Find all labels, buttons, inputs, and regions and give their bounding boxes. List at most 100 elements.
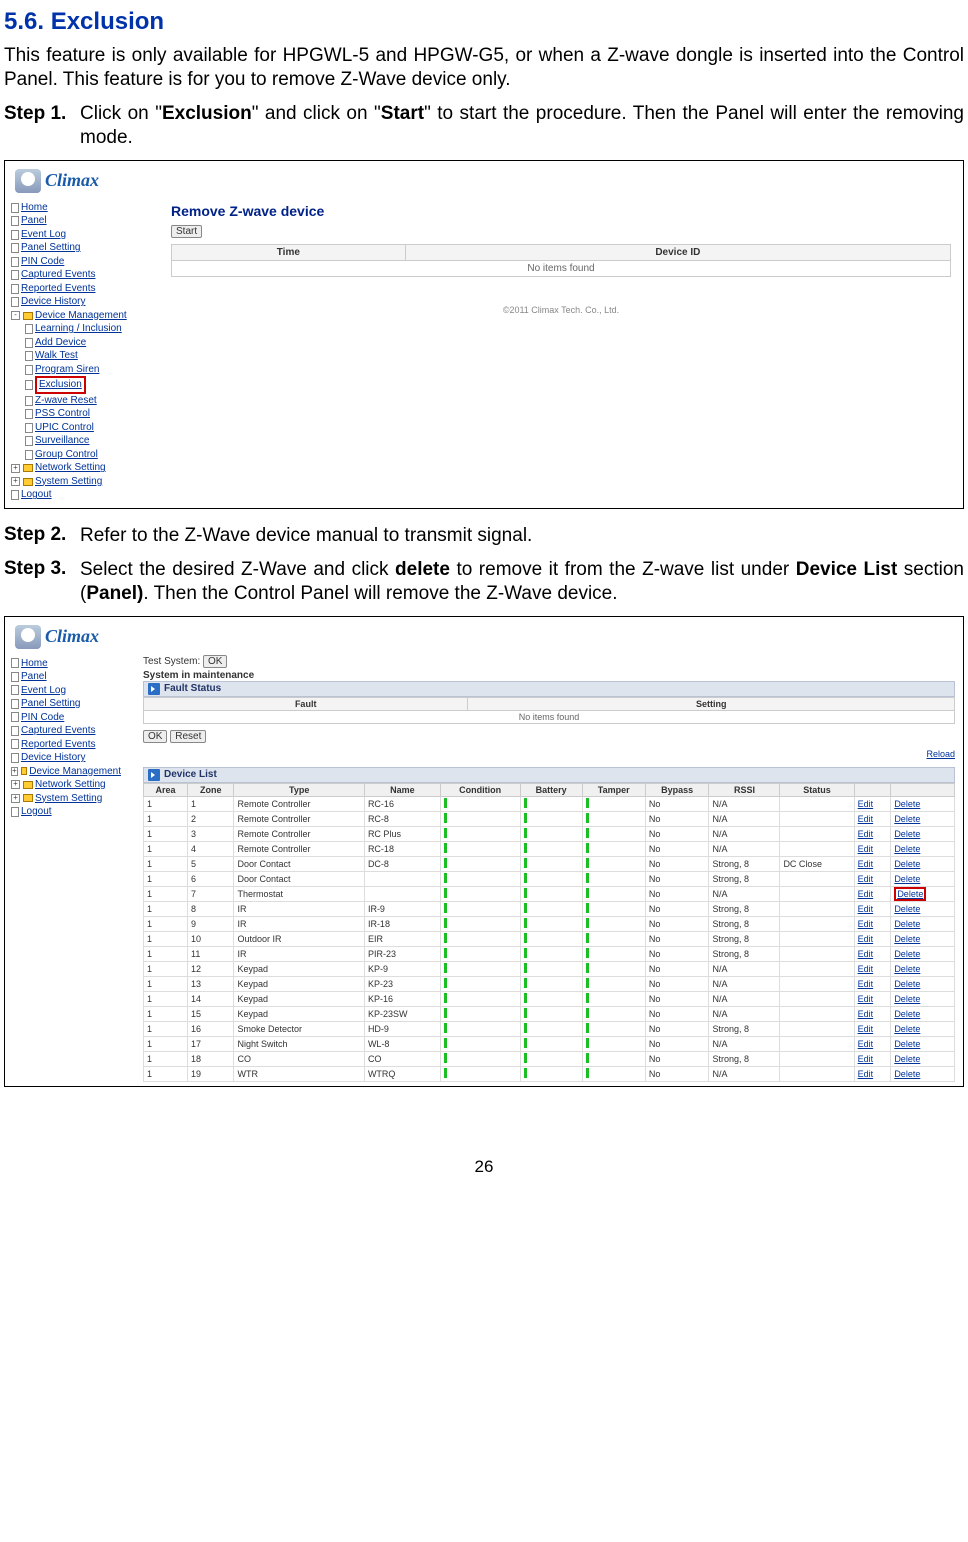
- edit-link[interactable]: Edit: [858, 904, 874, 914]
- delete-link[interactable]: Delete: [894, 964, 920, 974]
- edit-link[interactable]: Edit: [858, 934, 874, 944]
- edit-link[interactable]: Edit: [858, 889, 874, 899]
- delete-link[interactable]: Delete: [894, 1039, 920, 1049]
- nav-captured[interactable]: Captured Events: [21, 268, 96, 282]
- edit-link[interactable]: Edit: [858, 799, 874, 809]
- delete-link[interactable]: Delete: [894, 1024, 920, 1034]
- nav-reported[interactable]: Reported Events: [21, 282, 96, 296]
- table-cell: CO: [234, 1051, 364, 1066]
- nav-history[interactable]: Device History: [21, 295, 85, 309]
- edit-link[interactable]: Edit: [858, 844, 874, 854]
- nav-zwave-reset[interactable]: Z-wave Reset: [35, 394, 97, 408]
- edit-link[interactable]: Edit: [858, 874, 874, 884]
- table-cell: [440, 1006, 520, 1021]
- nav-panel[interactable]: Panel: [21, 214, 47, 228]
- delete-link[interactable]: Delete: [894, 919, 920, 929]
- edit-link[interactable]: Edit: [858, 1054, 874, 1064]
- collapse-icon[interactable]: -: [11, 311, 20, 320]
- edit-link[interactable]: Edit: [858, 994, 874, 1004]
- table-cell: [440, 856, 520, 871]
- table-row: 118COCONoStrong, 8EditDelete: [144, 1051, 955, 1066]
- nav-system[interactable]: System Setting: [35, 792, 102, 806]
- nav-learning[interactable]: Learning / Inclusion: [35, 322, 122, 336]
- page-icon: [25, 436, 33, 446]
- start-button[interactable]: Start: [171, 225, 202, 238]
- nav-system[interactable]: System Setting: [35, 475, 102, 489]
- expand-icon[interactable]: +: [11, 780, 20, 789]
- edit-link[interactable]: Edit: [858, 859, 874, 869]
- expand-icon[interactable]: +: [11, 767, 18, 776]
- reload-link[interactable]: Reload: [926, 749, 955, 759]
- delete-link[interactable]: Delete: [894, 979, 920, 989]
- nav-program-siren[interactable]: Program Siren: [35, 363, 99, 377]
- table-row: 18IRIR-9NoStrong, 8EditDelete: [144, 901, 955, 916]
- remove-zwave-title: Remove Z-wave device: [171, 203, 951, 219]
- nav-upic[interactable]: UPIC Control: [35, 421, 94, 435]
- delete-link[interactable]: Delete: [894, 949, 920, 959]
- expand-icon[interactable]: +: [11, 477, 20, 486]
- nav-logout[interactable]: Logout: [21, 488, 52, 502]
- nav-pin[interactable]: PIN Code: [21, 255, 64, 269]
- edit-link[interactable]: Edit: [858, 979, 874, 989]
- delete-link[interactable]: Delete: [894, 859, 920, 869]
- table-cell: Keypad: [234, 991, 364, 1006]
- ok-button[interactable]: OK: [203, 655, 227, 668]
- edit-link[interactable]: Edit: [858, 1039, 874, 1049]
- nav-event-log[interactable]: Event Log: [21, 228, 66, 242]
- nav-network[interactable]: Network Setting: [35, 461, 106, 475]
- edit-link[interactable]: Edit: [858, 1069, 874, 1079]
- nav-device-mgmt[interactable]: Device Management: [35, 309, 127, 323]
- table-cell: No: [645, 931, 709, 946]
- edit-link[interactable]: Edit: [858, 949, 874, 959]
- delete-link[interactable]: Delete: [897, 889, 923, 899]
- edit-link[interactable]: Edit: [858, 829, 874, 839]
- expand-icon[interactable]: +: [11, 464, 20, 473]
- expand-icon[interactable]: +: [11, 794, 20, 803]
- nav-device-mgmt[interactable]: Device Management: [29, 765, 121, 779]
- edit-link[interactable]: Edit: [858, 964, 874, 974]
- delete-link[interactable]: Delete: [894, 904, 920, 914]
- nav-pin[interactable]: PIN Code: [21, 711, 64, 725]
- nav-add-device[interactable]: Add Device: [35, 336, 86, 350]
- delete-link[interactable]: Delete: [894, 994, 920, 1004]
- nav-home[interactable]: Home: [21, 657, 48, 671]
- delete-link[interactable]: Delete: [894, 874, 920, 884]
- delete-link[interactable]: Delete: [894, 1009, 920, 1019]
- delete-link[interactable]: Delete: [894, 1069, 920, 1079]
- table-cell: RC-16: [364, 796, 440, 811]
- screenshot-1: Climax Home Panel Event Log Panel Settin…: [4, 160, 964, 509]
- table-cell: Keypad: [234, 976, 364, 991]
- nav-event-log[interactable]: Event Log: [21, 684, 66, 698]
- nav-network[interactable]: Network Setting: [35, 778, 106, 792]
- delete-link[interactable]: Delete: [894, 934, 920, 944]
- delete-link[interactable]: Delete: [894, 829, 920, 839]
- nav-panel-setting[interactable]: Panel Setting: [21, 697, 81, 711]
- table-cell: [520, 931, 582, 946]
- delete-link[interactable]: Delete: [894, 814, 920, 824]
- nav-exclusion[interactable]: Exclusion: [35, 376, 86, 394]
- delete-link[interactable]: Delete: [894, 799, 920, 809]
- device-list-label: Device List: [164, 769, 217, 780]
- nav-group[interactable]: Group Control: [35, 448, 98, 462]
- edit-link[interactable]: Edit: [858, 1009, 874, 1019]
- nav-panel[interactable]: Panel: [21, 670, 47, 684]
- nav-reported[interactable]: Reported Events: [21, 738, 96, 752]
- nav-panel-setting[interactable]: Panel Setting: [21, 241, 81, 255]
- edit-link[interactable]: Edit: [858, 814, 874, 824]
- edit-link[interactable]: Edit: [858, 1024, 874, 1034]
- table-cell: [780, 796, 854, 811]
- nav-pss[interactable]: PSS Control: [35, 407, 90, 421]
- nav-logout[interactable]: Logout: [21, 805, 52, 819]
- delete-link[interactable]: Delete: [894, 844, 920, 854]
- reset-button[interactable]: Reset: [170, 730, 206, 743]
- nav-surveillance[interactable]: Surveillance: [35, 434, 89, 448]
- nav-home[interactable]: Home: [21, 201, 48, 215]
- nav-history[interactable]: Device History: [21, 751, 85, 765]
- table-cell: 16: [188, 1021, 234, 1036]
- ok-button-2[interactable]: OK: [143, 730, 167, 743]
- edit-link[interactable]: Edit: [858, 919, 874, 929]
- table-cell: 15: [188, 1006, 234, 1021]
- delete-link[interactable]: Delete: [894, 1054, 920, 1064]
- nav-walk-test[interactable]: Walk Test: [35, 349, 78, 363]
- nav-captured[interactable]: Captured Events: [21, 724, 96, 738]
